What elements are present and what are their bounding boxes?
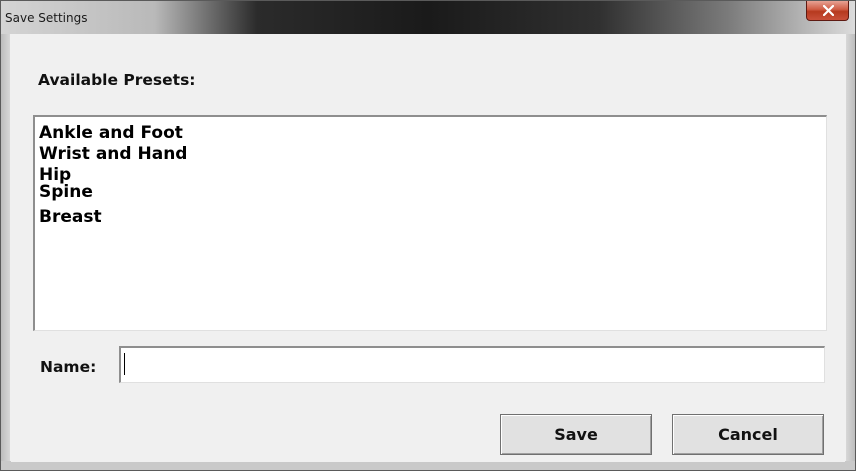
window-title: Save Settings <box>5 11 88 25</box>
save-button[interactable]: Save <box>500 414 652 455</box>
available-presets-label: Available Presets: <box>38 71 196 89</box>
preset-item[interactable]: Breast <box>39 209 102 226</box>
close-button[interactable] <box>806 1 849 21</box>
text-caret <box>124 353 125 375</box>
close-x-icon <box>823 5 834 16</box>
preset-item[interactable]: Ankle and Foot <box>39 125 183 142</box>
preset-item[interactable]: Spine <box>39 184 93 201</box>
dialog-body: Available Presets: Ankle and Foot Wrist … <box>11 34 845 462</box>
name-label: Name: <box>40 358 97 376</box>
window-frame-bottom <box>1 461 855 470</box>
title-bar[interactable]: Save Settings <box>1 1 855 34</box>
cancel-button[interactable]: Cancel <box>672 414 824 455</box>
name-input[interactable] <box>119 346 825 383</box>
save-settings-dialog: Save Settings Available Presets: Ankle a… <box>0 0 856 471</box>
window-frame-left <box>1 34 10 462</box>
window-frame-right <box>846 34 855 462</box>
preset-item[interactable]: Wrist and Hand <box>39 146 187 163</box>
presets-list[interactable]: Ankle and Foot Wrist and Hand Hip Spine … <box>33 115 827 331</box>
